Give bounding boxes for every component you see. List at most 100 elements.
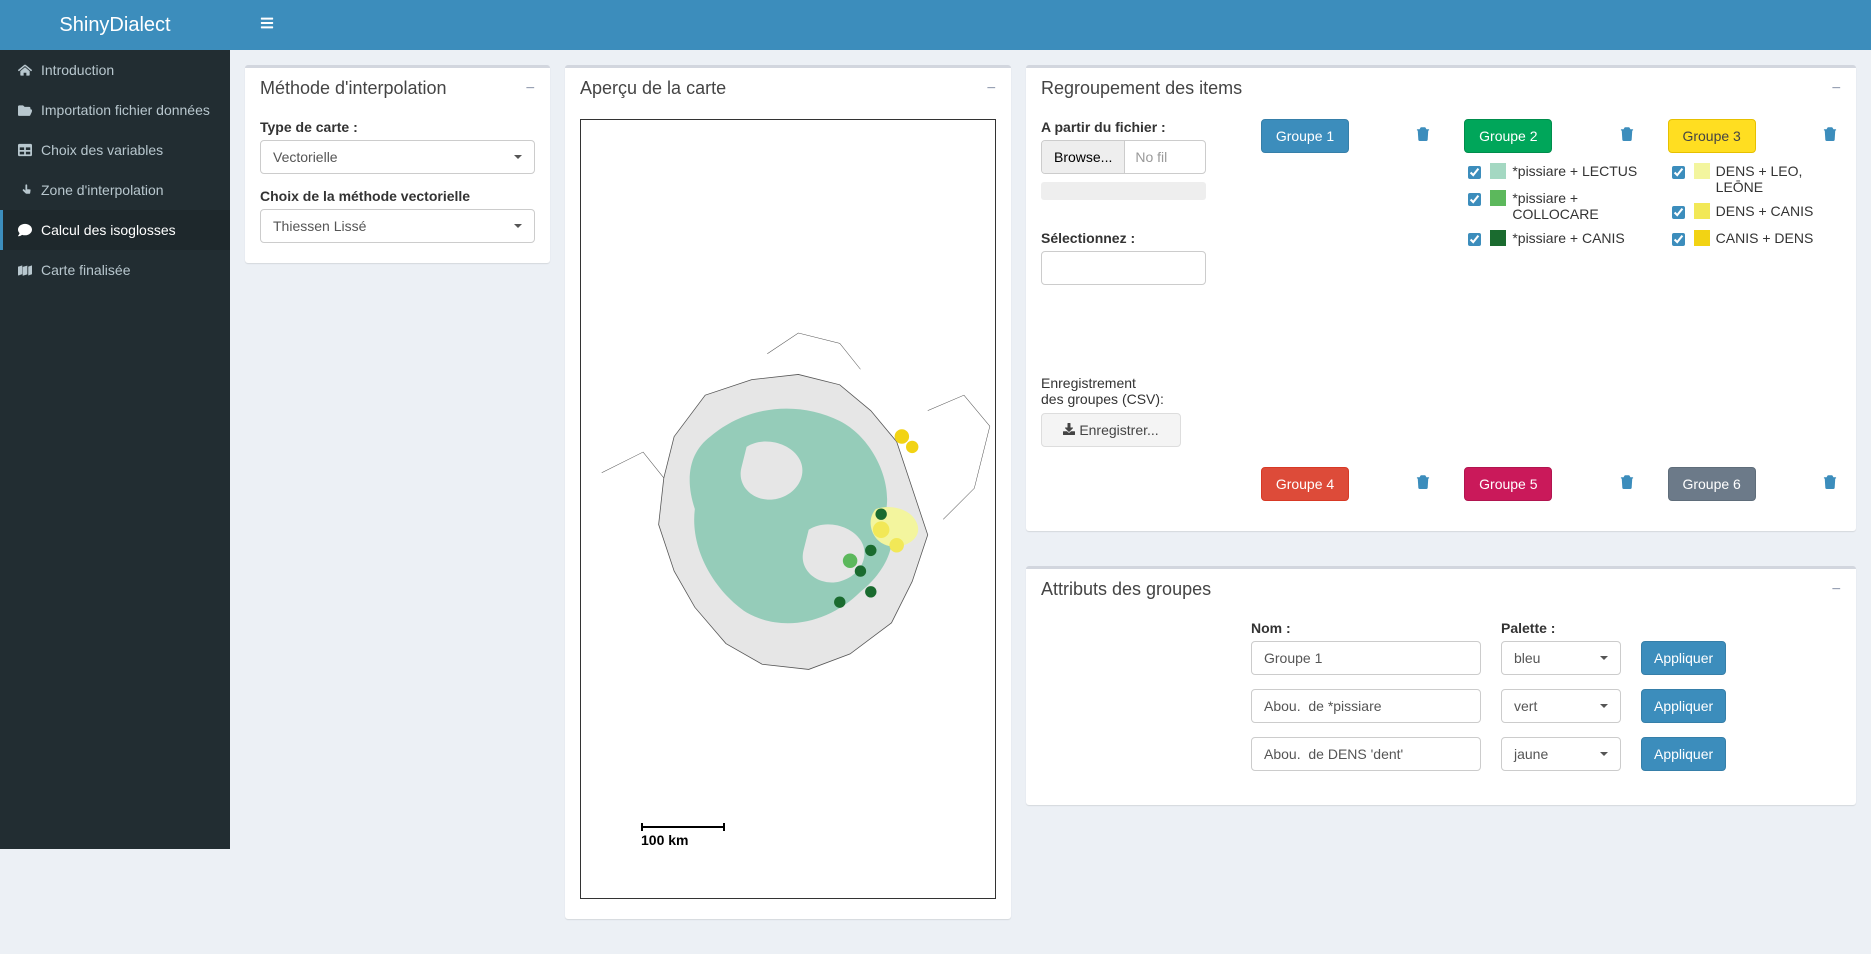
palette-label: Palette : [1501,620,1621,636]
nom-label: Nom : [1251,620,1481,636]
groupe-1-delete[interactable] [1412,127,1434,146]
color-swatch [1694,203,1710,219]
sidebar-label: Zone d'interpolation [41,182,215,198]
attributs-box: Attributs des groupes − Nom : Palette : [1026,566,1856,805]
map-preview-box: Aperçu de la carte − [565,65,1011,919]
collapse-button[interactable]: − [526,80,535,98]
map-type-select[interactable]: Vectorielle [260,140,535,174]
groupe-3-item[interactable]: DENS + LEO, LEŌNE [1668,163,1841,195]
color-swatch [1490,163,1506,179]
sidebar-menu: Introduction Importation fichier données… [0,50,230,290]
palette-select-2[interactable]: vert [1501,689,1621,723]
checkbox[interactable] [1468,233,1481,246]
palette-select-1[interactable]: bleu [1501,641,1621,675]
vec-method-label: Choix de la méthode vectorielle [260,188,535,204]
from-file-label: A partir du fichier : [1041,119,1231,135]
checkbox[interactable] [1672,166,1685,179]
save-groups-label: Enregistrement des groupes (CSV): [1041,375,1231,407]
sidebar-item-choix-variables[interactable]: Choix des variables [0,130,230,170]
groupe-4-delete[interactable] [1412,475,1434,494]
sidebar-label: Importation fichier données [41,102,215,118]
groupe-4-button[interactable]: Groupe 4 [1261,467,1349,501]
collapse-button[interactable]: − [1832,581,1841,599]
save-groups-button[interactable]: Enregistrer... [1041,413,1181,447]
color-swatch [1694,230,1710,246]
sidebar-item-introduction[interactable]: Introduction [0,50,230,90]
sidebar-label: Introduction [41,62,215,78]
sidebar-label: Calcul des isoglosses [41,222,215,238]
groupe-1-button[interactable]: Groupe 1 [1261,119,1349,153]
nom-input-3[interactable] [1251,737,1481,771]
caret-down-icon [1600,704,1608,708]
groupe-2-item[interactable]: *pissiare + CANIS [1464,230,1637,249]
checkbox[interactable] [1468,193,1481,206]
sidebar-toggle-button[interactable] [245,1,289,50]
color-swatch [1490,230,1506,246]
main-sidebar: Introduction Importation fichier données… [0,50,230,849]
hand-pointer-icon [15,183,35,197]
sidebar-item-calcul-isoglosses[interactable]: Calcul des isoglosses [0,210,230,250]
nom-input-1[interactable] [1251,641,1481,675]
app-logo: ShinyDialect [0,0,230,50]
checkbox[interactable] [1672,233,1685,246]
groupe-3-button[interactable]: Groupe 3 [1668,119,1756,153]
box-title: Méthode d'interpolation [260,78,447,99]
collapse-button[interactable]: − [987,80,996,98]
item-label: CANIS + DENS [1716,230,1814,246]
nom-input-2[interactable] [1251,689,1481,723]
browse-button[interactable]: Browse... [1042,141,1125,173]
groupe-2-item[interactable]: *pissiare + COLLOCARE [1464,190,1637,222]
box-title: Attributs des groupes [1041,579,1211,600]
home-icon [15,63,35,77]
box-title: Aperçu de la carte [580,78,726,99]
checkbox[interactable] [1672,206,1685,219]
sidebar-item-importation[interactable]: Importation fichier données [0,90,230,130]
table-icon [15,143,35,157]
groupe-2-button[interactable]: Groupe 2 [1464,119,1552,153]
caret-down-icon [1600,656,1608,660]
sidebar-item-zone[interactable]: Zone d'interpolation [0,170,230,210]
app-title: ShinyDialect [59,14,170,37]
item-label: *pissiare + LECTUS [1512,163,1637,179]
groupe-2-item[interactable]: *pissiare + LECTUS [1464,163,1637,182]
scale-label: 100 km [641,832,688,848]
groupe-3-delete[interactable] [1819,127,1841,146]
sidebar-item-carte-finalisee[interactable]: Carte finalisée [0,250,230,290]
main-header: ShinyDialect [0,0,1871,50]
item-label: *pissiare + COLLOCARE [1512,190,1637,222]
map-svg [581,120,995,898]
groupe-2-delete[interactable] [1616,127,1638,146]
groupe-3-item[interactable]: DENS + CANIS [1668,203,1841,222]
groupe-3-item[interactable]: CANIS + DENS [1668,230,1841,249]
groupe-6-button[interactable]: Groupe 6 [1668,467,1756,501]
vec-method-select[interactable]: Thiessen Lissé [260,209,535,243]
groupe-5-button[interactable]: Groupe 5 [1464,467,1552,501]
download-icon [1063,422,1075,438]
groupe-6-delete[interactable] [1819,475,1841,494]
navbar [230,0,1871,50]
file-input[interactable]: Browse... No fil [1041,140,1206,174]
palette-select-3[interactable]: jaune [1501,737,1621,771]
map-frame: 100 km [580,119,996,899]
bars-icon [260,17,274,34]
item-label: DENS + CANIS [1716,203,1814,219]
item-label: DENS + LEO, LEŌNE [1716,163,1841,195]
folder-open-icon [15,103,35,117]
sidebar-label: Choix des variables [41,142,215,158]
sidebar-label: Carte finalisée [41,262,215,278]
content-wrapper: Méthode d'interpolation − Type de carte … [230,0,1871,954]
select-input[interactable] [1041,251,1206,285]
checkbox[interactable] [1468,166,1481,179]
comment-icon [15,223,35,237]
file-progress [1041,182,1206,200]
apply-button-1[interactable]: Appliquer [1641,641,1726,675]
color-swatch [1694,163,1710,179]
apply-button-3[interactable]: Appliquer [1641,737,1726,771]
groupe-5-delete[interactable] [1616,475,1638,494]
apply-button-2[interactable]: Appliquer [1641,689,1726,723]
box-title: Regroupement des items [1041,78,1242,99]
select-label: Sélectionnez : [1041,230,1231,246]
collapse-button[interactable]: − [1832,80,1841,98]
caret-down-icon [514,224,522,228]
scale-bar [641,826,725,828]
